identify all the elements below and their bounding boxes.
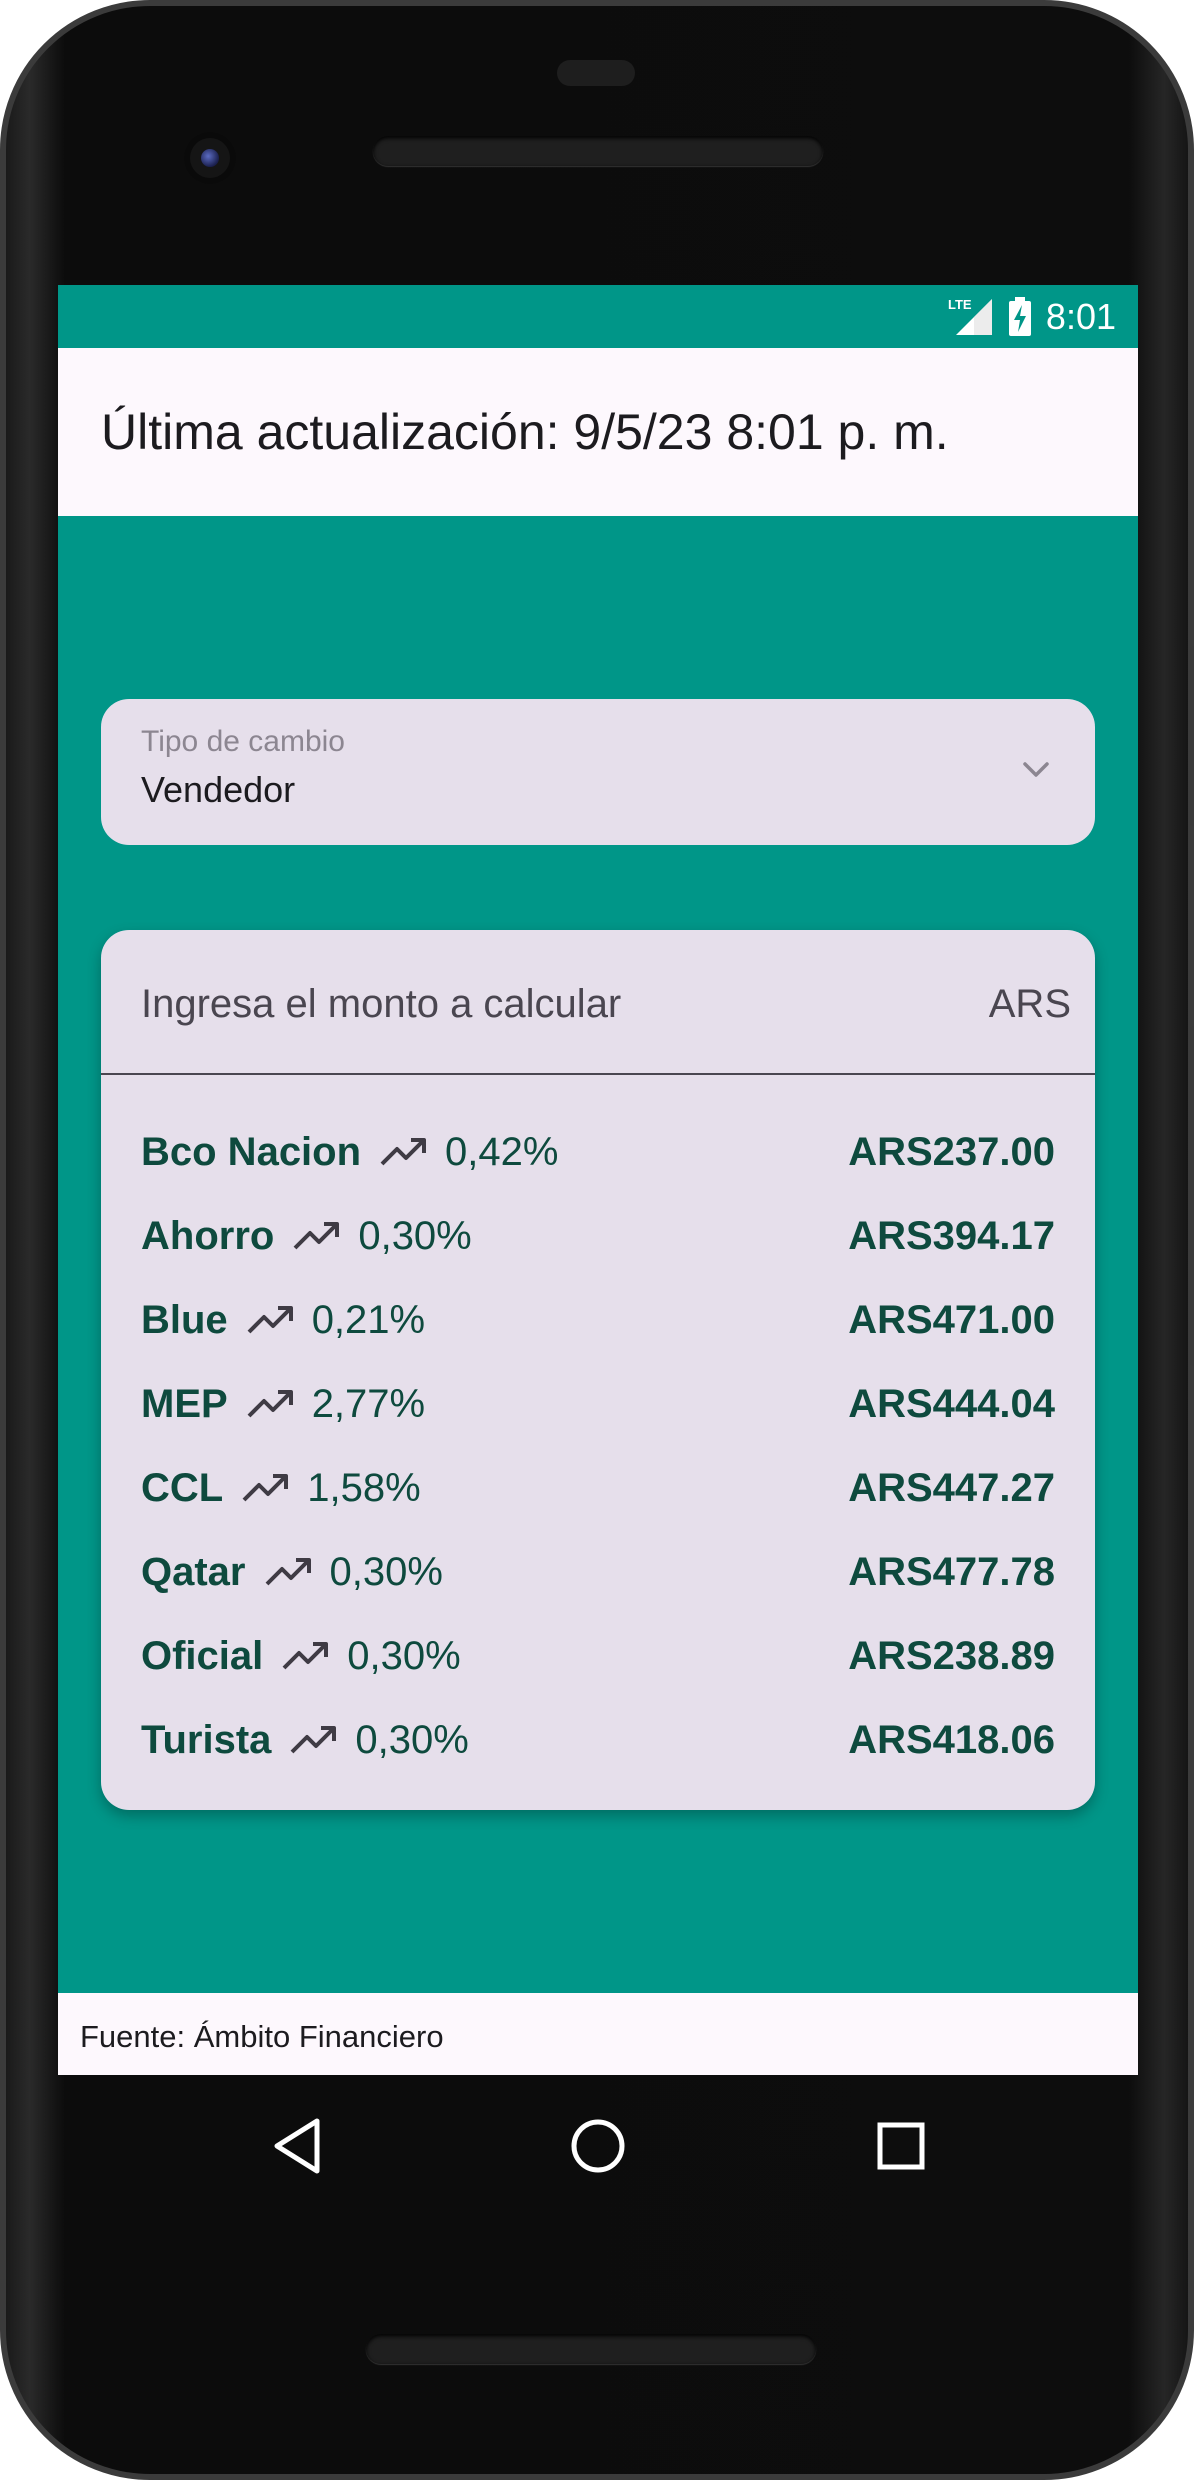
- rate-value: ARS238.89: [848, 1633, 1055, 1678]
- rate-row: Ahorro 0,30% ARS394.17: [141, 1194, 1055, 1278]
- trending-up-icon: [290, 1726, 337, 1754]
- trending-up-icon: [282, 1642, 329, 1670]
- exchange-type-dropdown[interactable]: Tipo de cambio Vendedor: [101, 699, 1095, 845]
- status-bar: LTE 8:01: [58, 285, 1138, 348]
- rate-row: Blue 0,21% ARS471.00: [141, 1278, 1055, 1362]
- rate-percent: 0,30%: [347, 1633, 461, 1678]
- trending-up-icon: [265, 1558, 311, 1586]
- phone-frame: LTE 8:01 Última actualización: 9/5/23 8:…: [0, 0, 1194, 2480]
- system-nav-bar: [58, 2075, 1138, 2215]
- rate-name: Oficial: [141, 1633, 264, 1678]
- recents-icon[interactable]: [866, 2111, 936, 2181]
- rates-list: Bco Nacion 0,42% ARS237.00 Ahorro 0,30% …: [141, 1110, 1055, 1782]
- rate-percent: 0,30%: [329, 1549, 443, 1594]
- rate-name: Ahorro: [141, 1213, 275, 1258]
- exchange-type-label: Tipo de cambio: [141, 725, 345, 758]
- rate-value: ARS394.17: [848, 1213, 1055, 1258]
- network-label: LTE: [948, 297, 972, 312]
- trending-up-icon: [247, 1390, 293, 1418]
- rate-percent: 0,30%: [358, 1213, 472, 1258]
- rate-value: ARS471.00: [848, 1297, 1055, 1342]
- source-text: Fuente: Ámbito Financiero: [80, 2019, 444, 2054]
- earpiece-speaker: [373, 136, 823, 166]
- rate-row: Bco Nacion 0,42% ARS237.00: [141, 1110, 1055, 1194]
- rate-value: ARS447.27: [848, 1465, 1055, 1510]
- rate-percent: 1,58%: [307, 1465, 421, 1510]
- rate-name: MEP: [141, 1381, 228, 1426]
- chevron-down-icon[interactable]: [1017, 751, 1055, 789]
- rate-name: Bco Nacion: [141, 1129, 362, 1174]
- trending-up-icon: [247, 1306, 293, 1334]
- status-time: 8:01: [1045, 296, 1116, 337]
- top-app-bar: Última actualización: 9/5/23 8:01 p. m.: [58, 348, 1138, 516]
- trending-up-icon: [293, 1222, 340, 1250]
- bottom-speaker: [366, 2334, 816, 2364]
- top-sensor: [557, 60, 635, 86]
- rate-row: CCL 1,58% ARS447.27: [141, 1446, 1055, 1530]
- rate-percent: 0,30%: [355, 1717, 469, 1762]
- rate-row: MEP 2,77% ARS444.04: [141, 1362, 1055, 1446]
- rate-value: ARS477.78: [848, 1549, 1055, 1594]
- rate-row: Oficial 0,30% ARS238.89: [141, 1614, 1055, 1698]
- footer-bar: Fuente: Ámbito Financiero: [58, 1993, 1138, 2075]
- rate-row: Turista 0,30% ARS418.06: [141, 1698, 1055, 1782]
- trending-up-icon: [380, 1138, 427, 1166]
- battery-charging-icon: [1008, 297, 1031, 336]
- rate-percent: 0,42%: [445, 1129, 559, 1174]
- amount-input[interactable]: Ingresa el monto a calcular ARS: [101, 930, 1095, 1075]
- amount-placeholder: Ingresa el monto a calcular: [141, 982, 622, 1026]
- trending-up-icon: [242, 1474, 289, 1502]
- rate-value: ARS418.06: [848, 1717, 1055, 1762]
- rate-percent: 2,77%: [311, 1381, 426, 1426]
- home-icon[interactable]: [563, 2111, 633, 2181]
- rate-row: Qatar 0,30% ARS477.78: [141, 1530, 1055, 1614]
- amount-currency-suffix: ARS: [988, 982, 1071, 1026]
- volume-button: [1190, 1026, 1194, 1366]
- rate-name: Turista: [141, 1717, 272, 1762]
- back-icon[interactable]: [265, 2111, 335, 2181]
- exchange-type-value: Vendedor: [141, 769, 296, 810]
- rate-value: ARS444.04: [848, 1381, 1055, 1426]
- lte-signal-icon: LTE: [948, 297, 992, 335]
- power-button: [1190, 646, 1194, 826]
- rates-card: Ingresa el monto a calcular ARS Bco Naci…: [101, 930, 1095, 1810]
- front-camera: [184, 132, 236, 184]
- rate-name: Qatar: [141, 1549, 246, 1594]
- rate-percent: 0,21%: [311, 1297, 426, 1342]
- rate-name: CCL: [141, 1465, 224, 1510]
- last-update-title: Última actualización: 9/5/23 8:01 p. m.: [101, 404, 949, 460]
- rate-name: Blue: [141, 1297, 228, 1342]
- app-screen: LTE 8:01 Última actualización: 9/5/23 8:…: [58, 285, 1138, 2075]
- rate-value: ARS237.00: [848, 1129, 1055, 1174]
